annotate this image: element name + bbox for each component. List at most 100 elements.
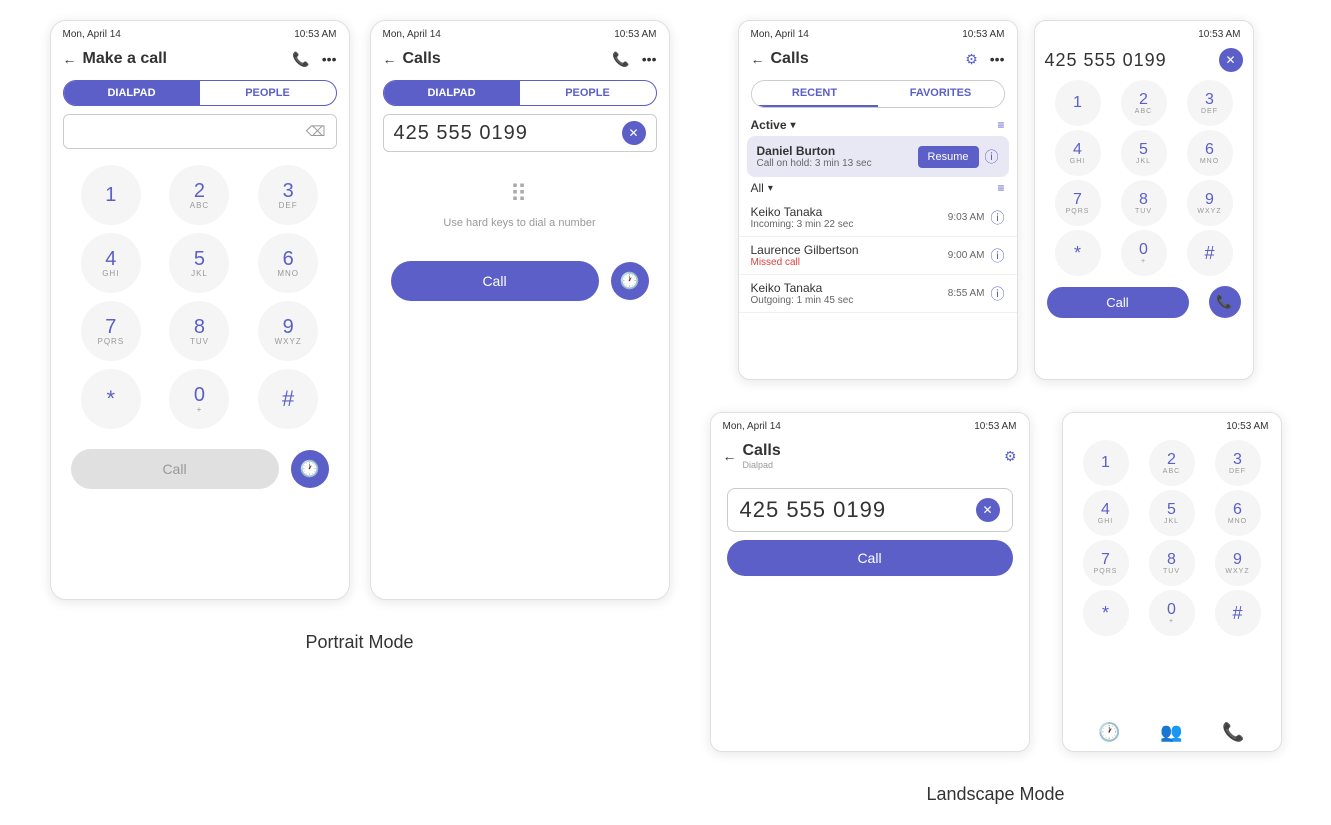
more-options-icon[interactable]: ••• bbox=[322, 51, 337, 67]
more-options-icon-2[interactable]: ••• bbox=[642, 51, 657, 67]
dial-key-7[interactable]: 7PQRS bbox=[81, 301, 141, 361]
ls2-dial-key-hash[interactable]: # bbox=[1215, 590, 1261, 636]
screen4b-time: 10:53 AM bbox=[974, 421, 1016, 432]
dial-key-9[interactable]: 9WXYZ bbox=[258, 301, 318, 361]
active-call-info-icon[interactable]: ⓘ bbox=[985, 147, 999, 167]
ls2-dial-key-star[interactable]: * bbox=[1083, 590, 1129, 636]
back-arrow-icon-2[interactable]: ← bbox=[383, 51, 397, 67]
all-chevron-icon[interactable]: ▾ bbox=[768, 183, 773, 194]
screen4b-subtitle: Dialpad bbox=[743, 460, 781, 470]
chevron-down-icon[interactable]: ▾ bbox=[791, 120, 796, 131]
dial-key-8[interactable]: 8TUV bbox=[169, 301, 229, 361]
call-item-2-right: 9:00 AM ⓘ bbox=[948, 246, 1005, 266]
gear-icon-4b[interactable]: ⚙ bbox=[1004, 448, 1017, 465]
ls-dial-key-hash[interactable]: # bbox=[1187, 230, 1233, 276]
clear-input-icon-1[interactable]: ⌫ bbox=[306, 123, 326, 140]
ls-dial-key-3[interactable]: 3DEF bbox=[1187, 80, 1233, 126]
ls2-dial-key-9[interactable]: 9WXYZ bbox=[1215, 540, 1261, 586]
screen2-time: 10:53 AM bbox=[614, 29, 656, 40]
filter-icon[interactable]: ≡ bbox=[997, 118, 1004, 132]
dial-key-1[interactable]: 1 bbox=[81, 165, 141, 225]
tab-people-1[interactable]: PEOPLE bbox=[200, 81, 336, 105]
back-arrow-icon-3[interactable]: ← bbox=[751, 51, 765, 67]
screen4t-phone-number: 425 555 0199 bbox=[1045, 50, 1213, 71]
ls2-dial-key-4[interactable]: 4GHI bbox=[1083, 490, 1129, 536]
screen4t-phone-icon[interactable]: 📞 bbox=[1209, 286, 1241, 318]
portrait-section: Mon, April 14 10:53 AM ← Make a call 📞 •… bbox=[50, 20, 670, 653]
ls-dial-key-5[interactable]: 5JKL bbox=[1121, 130, 1167, 176]
tab-dialpad-2[interactable]: DIALPAD bbox=[384, 81, 520, 105]
ls-dial-key-2[interactable]: 2ABC bbox=[1121, 80, 1167, 126]
call-item-1-info-icon[interactable]: ⓘ bbox=[991, 208, 1005, 228]
ls-dial-key-4[interactable]: 4GHI bbox=[1055, 130, 1101, 176]
dial-key-2[interactable]: 2ABC bbox=[169, 165, 229, 225]
clear-input-icon-2[interactable]: ✕ bbox=[622, 121, 646, 145]
call-button-1[interactable]: Call bbox=[71, 449, 279, 489]
ls2-dial-key-3[interactable]: 3DEF bbox=[1215, 440, 1261, 486]
calls-filter-bar: All ▾ ≡ bbox=[739, 177, 1017, 199]
screen3-title: Calls bbox=[771, 50, 809, 68]
screen4t-clear-icon[interactable]: ✕ bbox=[1219, 48, 1243, 72]
call-item-3: Keiko Tanaka Outgoing: 1 min 45 sec 8:55… bbox=[739, 275, 1017, 313]
screen2-call-bar: Call 🕐 bbox=[371, 253, 669, 309]
screen3-nav: ← Calls ⚙ ••• bbox=[739, 44, 1017, 74]
dial-input-field-1[interactable] bbox=[74, 121, 302, 142]
screen4b-call-button[interactable]: Call bbox=[727, 540, 1013, 576]
call-item-2-name: Laurence Gilbertson bbox=[751, 243, 859, 257]
active-label: Active bbox=[751, 118, 787, 132]
ls2-dial-key-2[interactable]: 2ABC bbox=[1149, 440, 1195, 486]
ls-dial-key-6[interactable]: 6MNO bbox=[1187, 130, 1233, 176]
ls2-dial-key-0[interactable]: 0+ bbox=[1149, 590, 1195, 636]
ls-dial-key-8[interactable]: 8TUV bbox=[1121, 180, 1167, 226]
active-call-info: Daniel Burton Call on hold: 3 min 13 sec bbox=[757, 144, 918, 169]
phone-nav-icon-2[interactable]: 📞 bbox=[612, 51, 629, 68]
call-item-3-info-icon[interactable]: ⓘ bbox=[991, 284, 1005, 304]
back-arrow-icon-4b[interactable]: ← bbox=[723, 448, 737, 464]
screen4b-input: 425 555 0199 ✕ bbox=[727, 488, 1013, 532]
ls2-dial-key-5[interactable]: 5JKL bbox=[1149, 490, 1195, 536]
gear-icon-3[interactable]: ⚙ bbox=[965, 51, 978, 68]
recent-calls-icon-2[interactable]: 🕐 bbox=[611, 262, 649, 300]
screen2-tab-bar: DIALPAD PEOPLE bbox=[383, 80, 657, 106]
ls2-dial-key-8[interactable]: 8TUV bbox=[1149, 540, 1195, 586]
dial-key-4[interactable]: 4GHI bbox=[81, 233, 141, 293]
call-item-1: Keiko Tanaka Incoming: 3 min 22 sec 9:03… bbox=[739, 199, 1017, 237]
ls-dial-key-0[interactable]: 0+ bbox=[1121, 230, 1167, 276]
ls2-dial-key-6[interactable]: 6MNO bbox=[1215, 490, 1261, 536]
dial-key-3[interactable]: 3DEF bbox=[258, 165, 318, 225]
tab-recent-3[interactable]: RECENT bbox=[752, 81, 878, 107]
ls-dial-key-7[interactable]: 7PQRS bbox=[1055, 180, 1101, 226]
ls2-dial-key-7[interactable]: 7PQRS bbox=[1083, 540, 1129, 586]
screen4b-phone-number: 425 555 0199 bbox=[740, 497, 968, 523]
resume-button[interactable]: Resume bbox=[918, 146, 979, 168]
screen4br-bottom-icons: 🕐 👥 📞 bbox=[1063, 714, 1281, 751]
screen1-tab-bar: DIALPAD PEOPLE bbox=[63, 80, 337, 106]
dial-key-star[interactable]: * bbox=[81, 369, 141, 429]
call-button-2[interactable]: Call bbox=[391, 261, 599, 301]
screen4t-call-button[interactable]: Call bbox=[1047, 287, 1189, 318]
dial-key-5[interactable]: 5JKL bbox=[169, 233, 229, 293]
tab-people-2[interactable]: PEOPLE bbox=[520, 81, 656, 105]
screen4b-clear-icon[interactable]: ✕ bbox=[976, 498, 1000, 522]
ls-dial-key-9[interactable]: 9WXYZ bbox=[1187, 180, 1233, 226]
tab-dialpad-1[interactable]: DIALPAD bbox=[64, 81, 200, 105]
screen3-nav-left: ← Calls bbox=[751, 50, 809, 68]
recent-calls-icon-1[interactable]: 🕐 bbox=[291, 450, 329, 488]
more-options-icon-3[interactable]: ••• bbox=[990, 51, 1005, 67]
tab-favorites-3[interactable]: FAVORITES bbox=[878, 81, 1004, 107]
call-item-2-info-icon[interactable]: ⓘ bbox=[991, 246, 1005, 266]
screen1-nav-left: ← Make a call bbox=[63, 50, 168, 68]
ls-dial-key-star[interactable]: * bbox=[1055, 230, 1101, 276]
dial-key-hash[interactable]: # bbox=[258, 369, 318, 429]
phone-nav-icon[interactable]: 📞 bbox=[292, 51, 309, 68]
calls-filter-icon[interactable]: ≡ bbox=[997, 181, 1004, 195]
call-item-2-time: 9:00 AM bbox=[948, 250, 985, 261]
ls2-dial-key-1[interactable]: 1 bbox=[1083, 440, 1129, 486]
ls-dial-key-1[interactable]: 1 bbox=[1055, 80, 1101, 126]
dial-key-6[interactable]: 6MNO bbox=[258, 233, 318, 293]
hard-keys-hint: ⠿ Use hard keys to dial a number bbox=[371, 160, 669, 249]
screen4b-nav-icons: ⚙ bbox=[1004, 448, 1017, 465]
portrait-label: Portrait Mode bbox=[305, 632, 413, 653]
back-arrow-icon[interactable]: ← bbox=[63, 51, 77, 67]
dial-key-0[interactable]: 0+ bbox=[169, 369, 229, 429]
